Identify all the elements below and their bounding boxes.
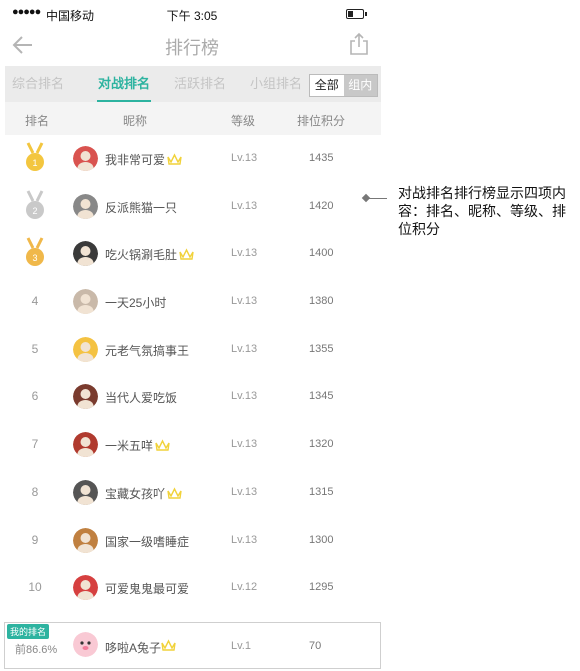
table-row[interactable]: 3 吃火锅涮毛肚 Lv.13 1400 — [5, 230, 381, 278]
avatar — [73, 241, 98, 267]
player-name: 一米五咩 — [105, 437, 170, 454]
player-score: 1315 — [309, 485, 334, 498]
rank-number: 5 — [31, 341, 39, 356]
player-score: 1295 — [309, 581, 334, 594]
tab-overall[interactable]: 综合排名 — [11, 66, 65, 102]
player-level: Lv.13 — [231, 390, 258, 403]
page-title: 排行榜 — [165, 38, 219, 58]
medal-number: 3 — [32, 253, 37, 263]
player-name: 吃火锅涮毛肚 — [105, 246, 194, 263]
player-score: 1345 — [309, 390, 334, 403]
rank-number: 7 — [31, 437, 39, 452]
rank-number: 9 — [31, 532, 39, 547]
column-nickname: 昵称 — [123, 114, 148, 128]
rank-number: 4 — [31, 294, 39, 309]
annotation-line — [365, 198, 387, 199]
phone-screen: ●●●●● 中国移动 下午 3:05 排行榜 综合排名 对战排名 活跃排名 小组… — [0, 0, 384, 671]
player-score: 1435 — [309, 152, 334, 164]
avatar — [73, 527, 98, 553]
my-rank-level: Lv.1 — [231, 640, 251, 652]
navigation-bar: 排行榜 — [0, 26, 384, 66]
status-bar: ●●●●● 中国移动 下午 3:05 — [0, 0, 384, 26]
player-name: 国家一级嗜睡症 — [105, 534, 190, 549]
player-level: Lv.13 — [231, 438, 258, 451]
player-level: Lv.13 — [231, 295, 258, 308]
my-rank-percent: 前86.6% — [15, 644, 58, 656]
table-row[interactable]: 10 可爱鬼鬼最可爱 Lv.12 1295 — [5, 564, 381, 612]
player-name: 当代人爱吃饭 — [105, 391, 178, 406]
player-score: 1400 — [309, 247, 334, 260]
player-name: 反派熊猫一只 — [105, 200, 178, 215]
medal-bronze-icon: 3 — [26, 237, 44, 267]
medal-number: 2 — [32, 206, 37, 216]
table-row[interactable]: 6 当代人爱吃饭 Lv.13 1345 — [5, 373, 381, 421]
avatar — [73, 146, 98, 171]
player-name: 可爱鬼鬼最可爱 — [105, 582, 190, 597]
avatar — [73, 632, 98, 657]
player-name: 我非常可爱 — [105, 151, 182, 168]
player-level: Lv.13 — [231, 342, 258, 355]
tab-group[interactable]: 小组排名 — [249, 66, 303, 102]
player-level: Lv.13 — [231, 533, 258, 546]
table-row[interactable]: 2 反派熊猫一只 Lv.13 1420 — [5, 183, 381, 231]
column-score: 排位积分 — [297, 114, 346, 128]
annotation-text: 对战排名排行榜显示四项内容：排名、昵称、等级、排位积分 — [398, 185, 566, 237]
medal-number: 1 — [32, 158, 37, 168]
share-icon[interactable] — [348, 32, 370, 56]
ranking-list: 1 我非常可爱 Lv.13 1435 2 反派熊猫一只 Lv.13 1420 3… — [5, 135, 381, 612]
player-score: 1355 — [309, 342, 334, 355]
player-score: 1320 — [309, 438, 334, 451]
avatar — [73, 384, 98, 410]
crown-icon — [179, 248, 194, 261]
player-name: 宝藏女孩吖 — [105, 485, 182, 502]
avatar — [73, 575, 98, 601]
table-row[interactable]: 4 一天25小时 Lv.13 1380 — [5, 278, 381, 326]
player-score: 1300 — [309, 533, 334, 546]
table-row[interactable]: 1 我非常可爱 Lv.13 1435 — [5, 135, 381, 183]
tab-active[interactable]: 活跃排名 — [173, 66, 227, 102]
my-rank-score: 70 — [309, 640, 322, 652]
my-rank-name: 哆啦A兔子 — [105, 639, 176, 656]
player-name: 元老气氛搞事王 — [105, 343, 190, 358]
my-rank-tag: 我的排名 — [7, 624, 50, 639]
ranking-tabs: 综合排名 对战排名 活跃排名 小组排名 全部 组内 — [5, 66, 381, 102]
player-level: Lv.13 — [231, 247, 258, 260]
table-row[interactable]: 8 宝藏女孩吖 Lv.13 1315 — [5, 469, 381, 517]
player-level: Lv.13 — [231, 485, 258, 498]
crown-icon — [161, 639, 176, 651]
player-level: Lv.13 — [231, 199, 258, 212]
medal-silver-icon: 2 — [26, 190, 44, 219]
table-row[interactable]: 7 一米五咩 Lv.13 1320 — [5, 421, 381, 469]
my-rank-row[interactable]: 我的排名 前86.6% 哆啦A兔子 Lv.1 70 — [4, 622, 381, 669]
avatar — [73, 479, 98, 505]
crown-icon — [155, 439, 170, 451]
toggle-group[interactable]: 组内 — [343, 75, 377, 96]
battery-icon — [346, 9, 367, 19]
avatar — [73, 289, 98, 315]
scope-toggle: 全部 组内 — [309, 74, 378, 97]
avatar — [73, 193, 98, 219]
status-time: 下午 3:05 — [166, 9, 218, 23]
toggle-all[interactable]: 全部 — [310, 75, 344, 96]
player-name: 一天25小时 — [105, 296, 167, 311]
crown-icon — [167, 487, 182, 499]
table-row[interactable]: 5 元老气氛搞事王 Lv.13 1355 — [5, 326, 381, 374]
player-level: Lv.12 — [231, 581, 258, 594]
player-score: 1420 — [309, 199, 334, 212]
player-level: Lv.13 — [231, 152, 258, 164]
column-level: 等级 — [231, 114, 256, 128]
table-row[interactable]: 9 国家一级嗜睡症 Lv.13 1300 — [5, 517, 381, 565]
column-rank: 排名 — [25, 114, 50, 128]
player-score: 1380 — [309, 295, 334, 308]
crown-icon — [167, 153, 182, 165]
rank-number: 6 — [31, 389, 39, 404]
table-header: 排名 昵称 等级 排位积分 — [5, 102, 381, 135]
tab-battle[interactable]: 对战排名 — [97, 66, 151, 102]
avatar — [73, 432, 98, 458]
rank-number: 8 — [31, 484, 39, 499]
avatar — [73, 336, 98, 362]
medal-gold-icon: 1 — [26, 142, 44, 171]
rank-number: 10 — [28, 580, 42, 595]
